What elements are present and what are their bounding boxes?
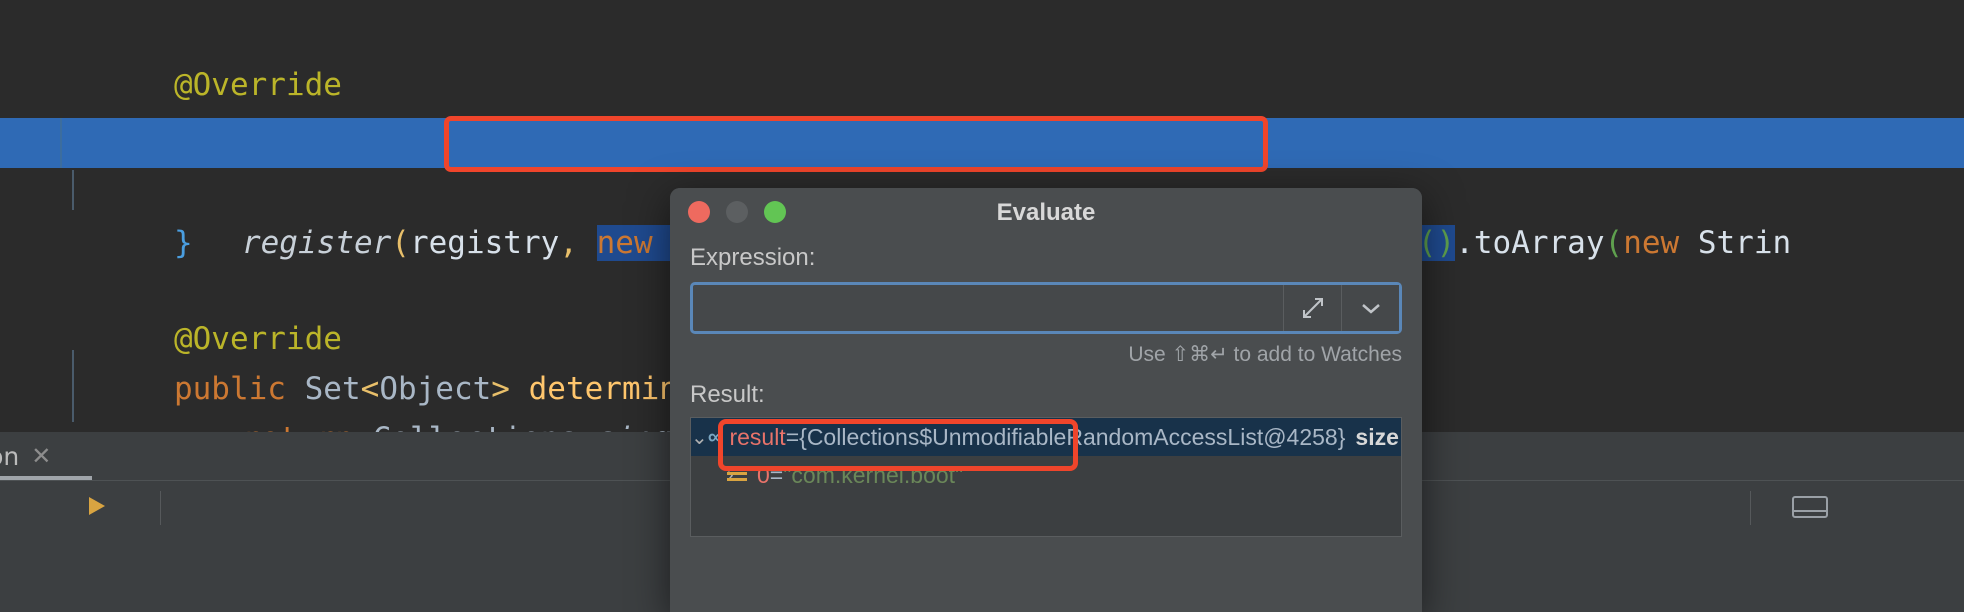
- expression-label: Expression:: [690, 244, 816, 271]
- evaluate-dialog[interactable]: Evaluate Expression: Imports(metadata).g…: [670, 188, 1422, 612]
- dialog-titlebar[interactable]: Evaluate: [670, 188, 1422, 236]
- call-register: register: [241, 225, 392, 261]
- debugger-settings-group[interactable]: [1790, 493, 1830, 525]
- expand-diagonal-glyph: [1302, 298, 1323, 318]
- parens-getpackagenames: (): [1417, 225, 1456, 261]
- kw-new-3: new: [596, 225, 653, 261]
- tool-window-tab[interactable]: ation ✕: [0, 432, 67, 480]
- chevron-collapsed-icon[interactable]: ›: [691, 464, 734, 487]
- result-panel[interactable]: ⌄ ∞ result = {Collections$UnmodifiableRa…: [690, 417, 1402, 537]
- paren-open-toarray: (: [1604, 225, 1624, 261]
- close-icon[interactable]: ✕: [31, 442, 51, 470]
- indent-guide-2: [72, 350, 74, 422]
- expression-input[interactable]: Imports(metadata).getPackageNames(): [693, 285, 1283, 331]
- resume-icon[interactable]: [84, 493, 110, 519]
- brace-close-1: }: [173, 225, 193, 261]
- indent-guide-1: [72, 170, 74, 210]
- kw-new-toarray: new: [1623, 225, 1680, 261]
- code-line-2: public void registerBeanDefinitions(Anno…: [0, 60, 1964, 153]
- result-equals-1: =: [785, 423, 800, 450]
- chevron-down-glyph: [1361, 304, 1380, 314]
- chevron-expanded-icon[interactable]: ⌄: [691, 425, 708, 450]
- sp-3a: [578, 225, 597, 261]
- expression-field-row[interactable]: Imports(metadata).getPackageNames(): [690, 282, 1402, 334]
- chevron-down-icon[interactable]: [1341, 285, 1399, 331]
- gutter-strip-selected: [0, 118, 62, 168]
- comma-3: ,: [559, 225, 578, 261]
- result-row-element-0[interactable]: › 0 = "com.kernel.boot": [691, 456, 1401, 494]
- paren-open-3: (: [391, 225, 410, 261]
- result-row-result[interactable]: ⌄ ∞ result = {Collections$UnmodifiableRa…: [691, 418, 1401, 456]
- screen-root: @Override public void registerBeanDefini…: [0, 0, 1964, 612]
- dialog-body: Expression: Imports(metadata).getPackage…: [670, 244, 1422, 537]
- list-element-icon: [727, 466, 747, 484]
- code-line-3-selected[interactable]: register(registry, new PackageImports(me…: [0, 118, 1964, 261]
- result-equals-2: =: [769, 461, 784, 488]
- arg-registry: registry: [409, 225, 560, 261]
- object-icon: ∞: [707, 424, 724, 449]
- result-size-label: size =: [1355, 423, 1401, 450]
- dialog-title: Evaluate: [996, 199, 1096, 226]
- result-label: Result:: [690, 381, 765, 408]
- result-type-value: {Collections$UnmodifiableRandomAccessLis…: [799, 423, 1346, 450]
- layout-icon[interactable]: [1790, 493, 1830, 521]
- toolbar-separator-3: [1750, 491, 1751, 525]
- type-string-partial: Strin: [1679, 225, 1792, 261]
- call-toarray: .toArray: [1455, 225, 1605, 261]
- tool-window-tab-label: ation: [0, 441, 20, 471]
- expand-diagonal-icon[interactable]: [1283, 285, 1341, 331]
- result-variable-name: result: [729, 423, 786, 450]
- toolbar-separator-1: [160, 491, 161, 525]
- result-element-index: 0: [757, 461, 770, 488]
- watches-hint: Use ⇧⌘↵ to add to Watches: [1128, 343, 1402, 366]
- code-line-1: @Override: [0, 10, 1964, 103]
- debugger-toolbar[interactable]: [84, 493, 110, 519]
- result-element-value: "com.kernel.boot": [783, 461, 964, 488]
